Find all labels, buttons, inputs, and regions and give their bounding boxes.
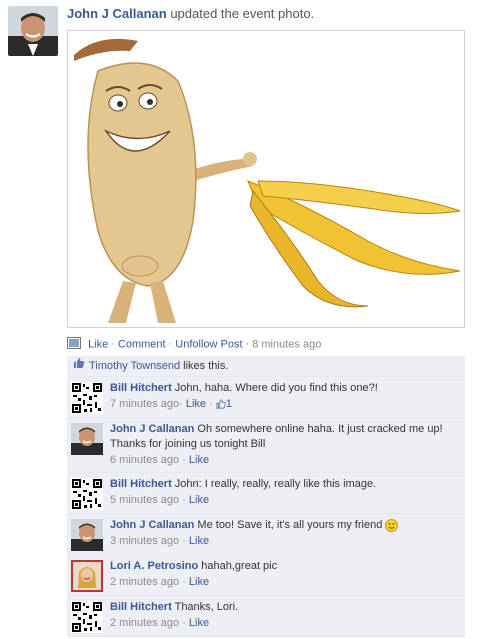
commenter-avatar[interactable] bbox=[71, 601, 103, 633]
comment-timestamp[interactable]: 2 minutes ago bbox=[110, 617, 179, 629]
separator: · bbox=[209, 398, 213, 410]
separator: · bbox=[182, 576, 186, 588]
unfollow-post-link[interactable]: Unfollow Post bbox=[175, 338, 242, 350]
comment-timestamp[interactable]: 2 minutes ago bbox=[110, 576, 179, 588]
separator: · bbox=[182, 454, 186, 466]
author-name-link[interactable]: John J Callanan bbox=[67, 6, 167, 21]
likes-sentence: Timothy Townsend likes this. bbox=[67, 356, 465, 377]
comment-item: Bill Hitchert Thanks, Lori. 2 minutes ag… bbox=[67, 596, 465, 637]
comment-text: Thanks, Lori. bbox=[174, 601, 239, 613]
comment-text: John: I really, really, really like this… bbox=[174, 478, 377, 490]
comment-author-link[interactable]: Lori A. Petrosino bbox=[110, 560, 198, 572]
separator: · bbox=[182, 617, 186, 629]
commenter-avatar[interactable] bbox=[71, 423, 103, 455]
likes-suffix: likes this. bbox=[180, 360, 229, 372]
separator: · bbox=[168, 338, 173, 351]
comment-link[interactable]: Comment bbox=[118, 338, 166, 350]
comment-like-link[interactable]: Like bbox=[189, 617, 209, 629]
comment-timestamp[interactable]: 5 minutes ago bbox=[110, 494, 179, 506]
smiley-emoticon-icon bbox=[385, 518, 399, 532]
like-link[interactable]: Like bbox=[88, 338, 108, 350]
like-count: 1 bbox=[225, 398, 232, 410]
story-actions: Like · Comment · Unfollow Post · 8 minutes ago bbox=[67, 337, 480, 353]
photo-icon bbox=[67, 337, 81, 352]
comment-author-link[interactable]: Bill Hitchert bbox=[110, 601, 172, 613]
story-action-text: updated the event photo. bbox=[166, 6, 315, 21]
thumbs-up-icon bbox=[73, 356, 85, 376]
separator: · bbox=[111, 338, 115, 351]
event-photo[interactable] bbox=[67, 30, 465, 328]
comment-item: John J Callanan Me too! Save it, it's al… bbox=[67, 514, 465, 555]
author-avatar[interactable] bbox=[8, 6, 58, 56]
commenter-avatar[interactable] bbox=[71, 560, 103, 592]
post-timestamp[interactable]: 8 minutes ago bbox=[252, 338, 321, 350]
thumbs-up-icon bbox=[216, 399, 226, 409]
comment-like-link[interactable]: Like bbox=[189, 535, 209, 547]
comment-text: hahah,great pic bbox=[201, 560, 278, 572]
story-title: John J Callanan updated the event photo. bbox=[67, 6, 314, 21]
comment-like-count[interactable]: 1 bbox=[216, 398, 232, 410]
comment-like-link[interactable]: Like bbox=[189, 454, 209, 466]
separator: · bbox=[182, 535, 186, 547]
comment-item: John J Callanan Oh somewhere online haha… bbox=[67, 418, 465, 473]
commenter-avatar[interactable] bbox=[71, 382, 103, 414]
comment-like-link[interactable]: Like bbox=[186, 398, 206, 410]
comment-item: Lori A. Petrosino hahah,great pic 2 minu… bbox=[67, 555, 465, 596]
comment-author-link[interactable]: Bill Hitchert bbox=[110, 382, 172, 394]
comment-like-link[interactable]: Like bbox=[189, 494, 209, 506]
liker-name-link[interactable]: Timothy Townsend bbox=[89, 360, 180, 372]
comment-item: Bill Hitchert John: I really, really, re… bbox=[67, 473, 465, 514]
commenter-avatar[interactable] bbox=[71, 478, 103, 510]
commenter-avatar[interactable] bbox=[71, 519, 103, 551]
comment-timestamp[interactable]: 7 minutes ago bbox=[110, 398, 179, 410]
comment-text: John, haha. Where did you find this one?… bbox=[174, 382, 378, 394]
comment-item: Bill Hitchert John, haha. Where did you … bbox=[67, 377, 465, 418]
separator: · bbox=[182, 494, 186, 506]
comment-author-link[interactable]: John J Callanan bbox=[110, 423, 194, 435]
comments-area: Timothy Townsend likes this. Bill Hitche… bbox=[67, 356, 465, 637]
comment-timestamp[interactable]: 3 minutes ago bbox=[110, 535, 179, 547]
separator: · bbox=[245, 338, 250, 351]
comment-text: Me too! Save it, it's all yours my frien… bbox=[197, 519, 383, 531]
comment-author-link[interactable]: John J Callanan bbox=[110, 519, 194, 531]
comment-like-link[interactable]: Like bbox=[189, 576, 209, 588]
comment-author-link[interactable]: Bill Hitchert bbox=[110, 478, 172, 490]
separator: · bbox=[179, 398, 183, 410]
comment-timestamp[interactable]: 6 minutes ago bbox=[110, 454, 179, 466]
